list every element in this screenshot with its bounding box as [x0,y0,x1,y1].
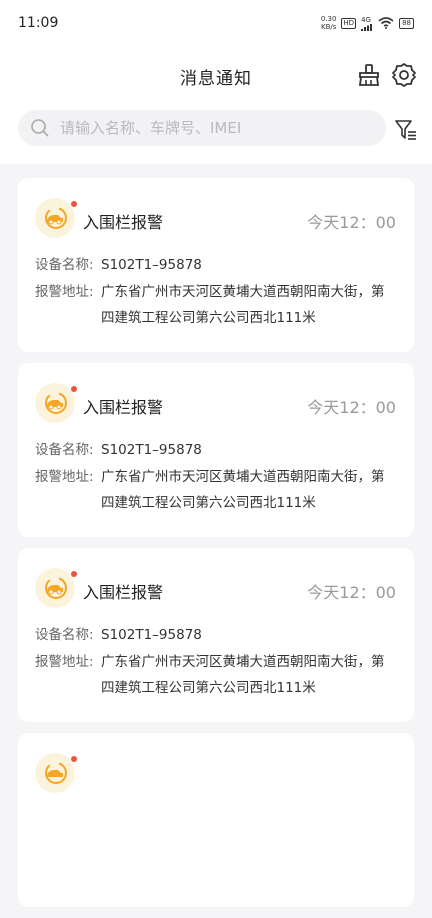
car-alarm-icon [35,568,75,608]
device-row: 设备名称: S102T1–95878 [35,437,397,463]
notification-card[interactable] [18,733,414,907]
search-input[interactable] [58,118,362,138]
unread-dot [71,201,77,207]
hd-icon: HD [341,17,357,29]
device-label: 设备名称: [35,627,94,643]
address-value: 广东省广州市天河区黄埔大道西朝阳南大街，第四建筑工程公司第六公司西北111米 [101,284,385,326]
device-value: S102T1–95878 [101,257,202,273]
unread-dot [71,571,77,577]
device-label: 设备名称: [35,442,94,458]
header: 消息通知 [0,46,432,164]
battery-icon: 88 [399,17,414,29]
car-alarm-icon [35,753,75,793]
device-value: S102T1–95878 [101,442,202,458]
device-value: S102T1–95878 [101,627,202,643]
network-speed-value: 0.30 [320,15,337,23]
search-icon [31,119,49,137]
notification-card[interactable]: 入围栏报警 今天12：00 设备名称: S102T1–95878 报警地址: 广… [18,548,414,722]
address-label: 报警地址: [35,469,94,485]
address-row: 报警地址: 广东省广州市天河区黄埔大道西朝阳南大街，第四建筑工程公司第六公司西北… [35,279,397,331]
car-alarm-icon [35,198,75,238]
car-alarm-icon [35,383,75,423]
address-value: 广东省广州市天河区黄埔大道西朝阳南大街，第四建筑工程公司第六公司西北111米 [101,469,385,511]
notification-card[interactable]: 入围栏报警 今天12：00 设备名称: S102T1–95878 报警地址: 广… [18,363,414,537]
network-speed: 0.30 KB/s [321,15,337,31]
notification-title: 入围栏报警 [83,213,164,232]
address-label: 报警地址: [35,654,94,670]
notification-title: 入围栏报警 [83,398,164,417]
unread-dot [71,386,77,392]
address-row: 报警地址: 广东省广州市天河区黄埔大道西朝阳南大街，第四建筑工程公司第六公司西北… [35,464,397,516]
unread-dot [71,756,77,762]
notification-time: 今天12：00 [307,583,396,602]
broom-icon[interactable] [356,62,382,88]
notification-time: 今天12：00 [307,213,396,232]
address-row: 报警地址: 广东省广州市天河区黄埔大道西朝阳南大街，第四建筑工程公司第六公司西北… [35,649,397,701]
device-row: 设备名称: S102T1–95878 [35,252,397,278]
search-bar[interactable] [18,110,386,146]
network-speed-unit: KB/s [321,23,337,31]
notification-list: 入围栏报警 今天12：00 设备名称: S102T1–95878 报警地址: 广… [18,178,414,918]
device-row: 设备名称: S102T1–95878 [35,622,397,648]
device-label: 设备名称: [35,257,94,273]
notification-title: 入围栏报警 [83,583,164,602]
gear-icon[interactable] [391,62,417,88]
wifi-icon [378,17,394,29]
notification-time: 今天12：00 [307,398,396,417]
filter-icon[interactable] [394,118,418,142]
signal-icon: 4G [361,16,373,31]
status-icons: 0.30 KB/s HD 4G 88 [321,15,414,31]
network-type: 4G [361,15,371,24]
notification-card[interactable]: 入围栏报警 今天12：00 设备名称: S102T1–95878 报警地址: 广… [18,178,414,352]
status-bar: 11:09 0.30 KB/s HD 4G 88 [0,0,432,46]
address-label: 报警地址: [35,284,94,300]
address-value: 广东省广州市天河区黄埔大道西朝阳南大街，第四建筑工程公司第六公司西北111米 [101,654,385,696]
status-time: 11:09 [18,15,59,31]
